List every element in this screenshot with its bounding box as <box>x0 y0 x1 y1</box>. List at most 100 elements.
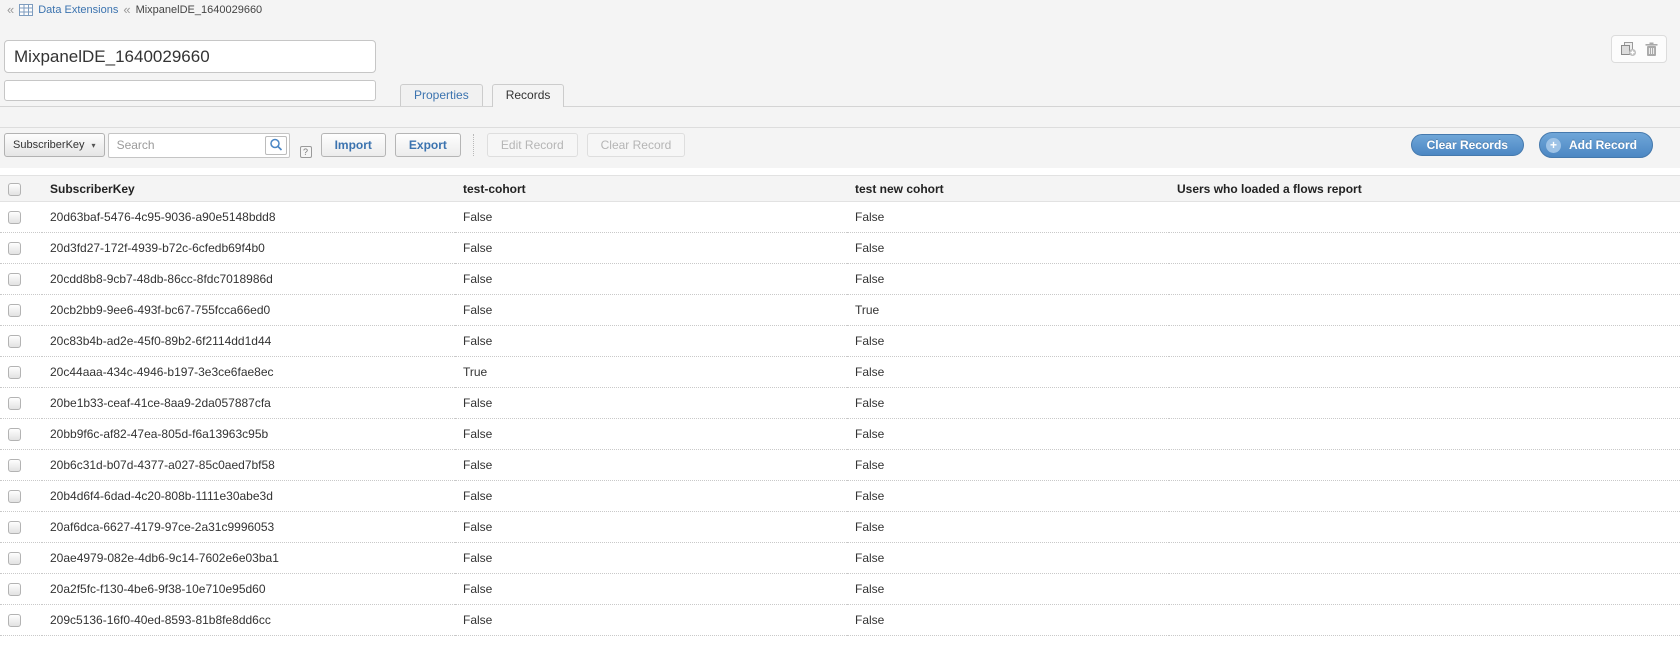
row-checkbox[interactable] <box>8 304 21 317</box>
search-field-selected: SubscriberKey <box>13 139 85 151</box>
row-checkbox[interactable] <box>8 552 21 565</box>
cell-subscriber-key: 20ae4979-082e-4db6-9c14-7602e6e03ba1 <box>42 543 455 574</box>
column-header-test-new-cohort[interactable]: test new cohort <box>847 176 1169 202</box>
clear-record-button: Clear Record <box>587 133 686 157</box>
table-row[interactable]: 20a2f5fc-f130-4be6-9f38-10e710e95d60 Fal… <box>0 574 1680 605</box>
cell-test-cohort: False <box>455 481 847 512</box>
row-checkbox[interactable] <box>8 242 21 255</box>
select-all-checkbox[interactable] <box>8 183 21 196</box>
cell-test-cohort: False <box>455 295 847 326</box>
row-select-cell <box>0 202 42 233</box>
cell-test-cohort: False <box>455 512 847 543</box>
table-row[interactable]: 20af6dca-6627-4179-97ce-2a31c9996053 Fal… <box>0 512 1680 543</box>
table-row[interactable]: 20cb2bb9-9ee6-493f-bc67-755fcca66ed0 Fal… <box>0 295 1680 326</box>
cell-flows-report <box>1169 202 1680 233</box>
breadcrumb-link-data-extensions[interactable]: Data Extensions <box>38 4 118 16</box>
cell-subscriber-key: 20be1b33-ceaf-41ce-8aa9-2da057887cfa <box>42 388 455 419</box>
breadcrumb-separator-icon: « <box>123 4 130 16</box>
cell-flows-report <box>1169 388 1680 419</box>
search-input[interactable] <box>108 133 290 158</box>
row-checkbox[interactable] <box>8 366 21 379</box>
copy-icon[interactable] <box>1620 42 1636 57</box>
cell-test-cohort: False <box>455 388 847 419</box>
row-checkbox[interactable] <box>8 521 21 534</box>
row-checkbox[interactable] <box>8 397 21 410</box>
tabstrip: Properties Records <box>0 84 1680 107</box>
records-table: SubscriberKey test-cohort test new cohor… <box>0 168 1680 670</box>
cell-test-cohort: True <box>455 357 847 388</box>
row-select-cell <box>0 295 42 326</box>
cell-subscriber-key: 20d63baf-5476-4c95-9036-a90e5148bdd8 <box>42 202 455 233</box>
table-row[interactable]: 20c44aaa-434c-4946-b197-3e3ce6fae8ec Tru… <box>0 357 1680 388</box>
cell-test-new-cohort: False <box>847 233 1169 264</box>
row-select-cell <box>0 264 42 295</box>
back-chevron-icon[interactable]: « <box>7 4 14 16</box>
tab-properties[interactable]: Properties <box>400 84 483 106</box>
row-checkbox[interactable] <box>8 428 21 441</box>
row-checkbox[interactable] <box>8 211 21 224</box>
table-row[interactable]: 20d63baf-5476-4c95-9036-a90e5148bdd8 Fal… <box>0 202 1680 233</box>
help-icon[interactable]: ? <box>300 146 312 158</box>
row-select-cell <box>0 512 42 543</box>
cell-test-cohort: False <box>455 543 847 574</box>
table-row[interactable]: 20cdd8b8-9cb7-48db-86cc-8fdc7018986d Fal… <box>0 264 1680 295</box>
table-row[interactable]: 20b6c31d-b07d-4377-a027-85c0aed7bf58 Fal… <box>0 450 1680 481</box>
cell-test-cohort: False <box>455 233 847 264</box>
trash-icon[interactable] <box>1645 42 1658 57</box>
table-row[interactable]: 20c83b4b-ad2e-45f0-89b2-6f2114dd1d44 Fal… <box>0 326 1680 357</box>
cell-test-new-cohort: False <box>847 512 1169 543</box>
cell-test-cohort: False <box>455 605 847 636</box>
row-checkbox[interactable] <box>8 614 21 627</box>
search-field-dropdown[interactable]: SubscriberKey ▾ <box>4 133 105 157</box>
row-select-cell <box>0 357 42 388</box>
import-button[interactable]: Import <box>321 133 386 157</box>
cell-test-cohort: False <box>455 202 847 233</box>
column-header-test-cohort[interactable]: test-cohort <box>455 176 847 202</box>
cell-test-new-cohort: False <box>847 574 1169 605</box>
cell-subscriber-key: 20b4d6f4-6dad-4c20-808b-1111e30abe3d <box>42 481 455 512</box>
column-header-subscriberkey[interactable]: SubscriberKey <box>42 176 455 202</box>
row-select-cell <box>0 419 42 450</box>
clear-records-button[interactable]: Clear Records <box>1411 134 1524 156</box>
row-checkbox[interactable] <box>8 273 21 286</box>
column-header-flows-report[interactable]: Users who loaded a flows report <box>1169 176 1680 202</box>
cell-subscriber-key: 20af6dca-6627-4179-97ce-2a31c9996053 <box>42 512 455 543</box>
table-row[interactable]: 20be1b33-ceaf-41ce-8aa9-2da057887cfa Fal… <box>0 388 1680 419</box>
cell-subscriber-key: 20cdd8b8-9cb7-48db-86cc-8fdc7018986d <box>42 264 455 295</box>
tab-records[interactable]: Records <box>492 84 565 107</box>
cell-subscriber-key: 20c83b4b-ad2e-45f0-89b2-6f2114dd1d44 <box>42 326 455 357</box>
data-extension-name-input[interactable] <box>4 40 376 73</box>
table-row[interactable]: 20ae4979-082e-4db6-9c14-7602e6e03ba1 Fal… <box>0 543 1680 574</box>
cell-test-new-cohort: False <box>847 543 1169 574</box>
cell-test-cohort: False <box>455 574 847 605</box>
row-select-cell <box>0 450 42 481</box>
cell-test-new-cohort: False <box>847 357 1169 388</box>
table-row[interactable]: 20bb9f6c-af82-47ea-805d-f6a13963c95b Fal… <box>0 419 1680 450</box>
row-checkbox[interactable] <box>8 335 21 348</box>
breadcrumb-current-item: MixpanelDE_1640029660 <box>136 4 263 16</box>
export-button[interactable]: Export <box>395 133 461 157</box>
cell-test-cohort: False <box>455 326 847 357</box>
row-select-cell <box>0 605 42 636</box>
search-box <box>108 133 290 158</box>
cell-flows-report <box>1169 543 1680 574</box>
table-row[interactable]: 209c5136-16f0-40ed-8593-81b8fe8dd6cc Fal… <box>0 605 1680 636</box>
cell-subscriber-key: 20bb9f6c-af82-47ea-805d-f6a13963c95b <box>42 419 455 450</box>
table-row[interactable]: 20d3fd27-172f-4939-b72c-6cfedb69f4b0 Fal… <box>0 233 1680 264</box>
cell-subscriber-key: 20d3fd27-172f-4939-b72c-6cfedb69f4b0 <box>42 233 455 264</box>
table-row[interactable]: 20b4d6f4-6dad-4c20-808b-1111e30abe3d Fal… <box>0 481 1680 512</box>
cell-test-new-cohort: False <box>847 388 1169 419</box>
cell-test-new-cohort: False <box>847 605 1169 636</box>
row-checkbox[interactable] <box>8 459 21 472</box>
toolbar-left-group: SubscriberKey ▾ ? Import Export Edit Rec… <box>4 132 685 158</box>
tab-properties-label: Properties <box>414 88 469 102</box>
row-checkbox[interactable] <box>8 490 21 503</box>
cell-test-new-cohort: False <box>847 481 1169 512</box>
add-record-button[interactable]: + Add Record <box>1539 132 1653 158</box>
search-icon[interactable] <box>265 136 287 155</box>
row-checkbox[interactable] <box>8 583 21 596</box>
breadcrumb: « Data Extensions « MixpanelDE_164002966… <box>7 3 262 16</box>
tab-records-label: Records <box>506 88 551 102</box>
cell-test-new-cohort: False <box>847 419 1169 450</box>
cell-flows-report <box>1169 450 1680 481</box>
